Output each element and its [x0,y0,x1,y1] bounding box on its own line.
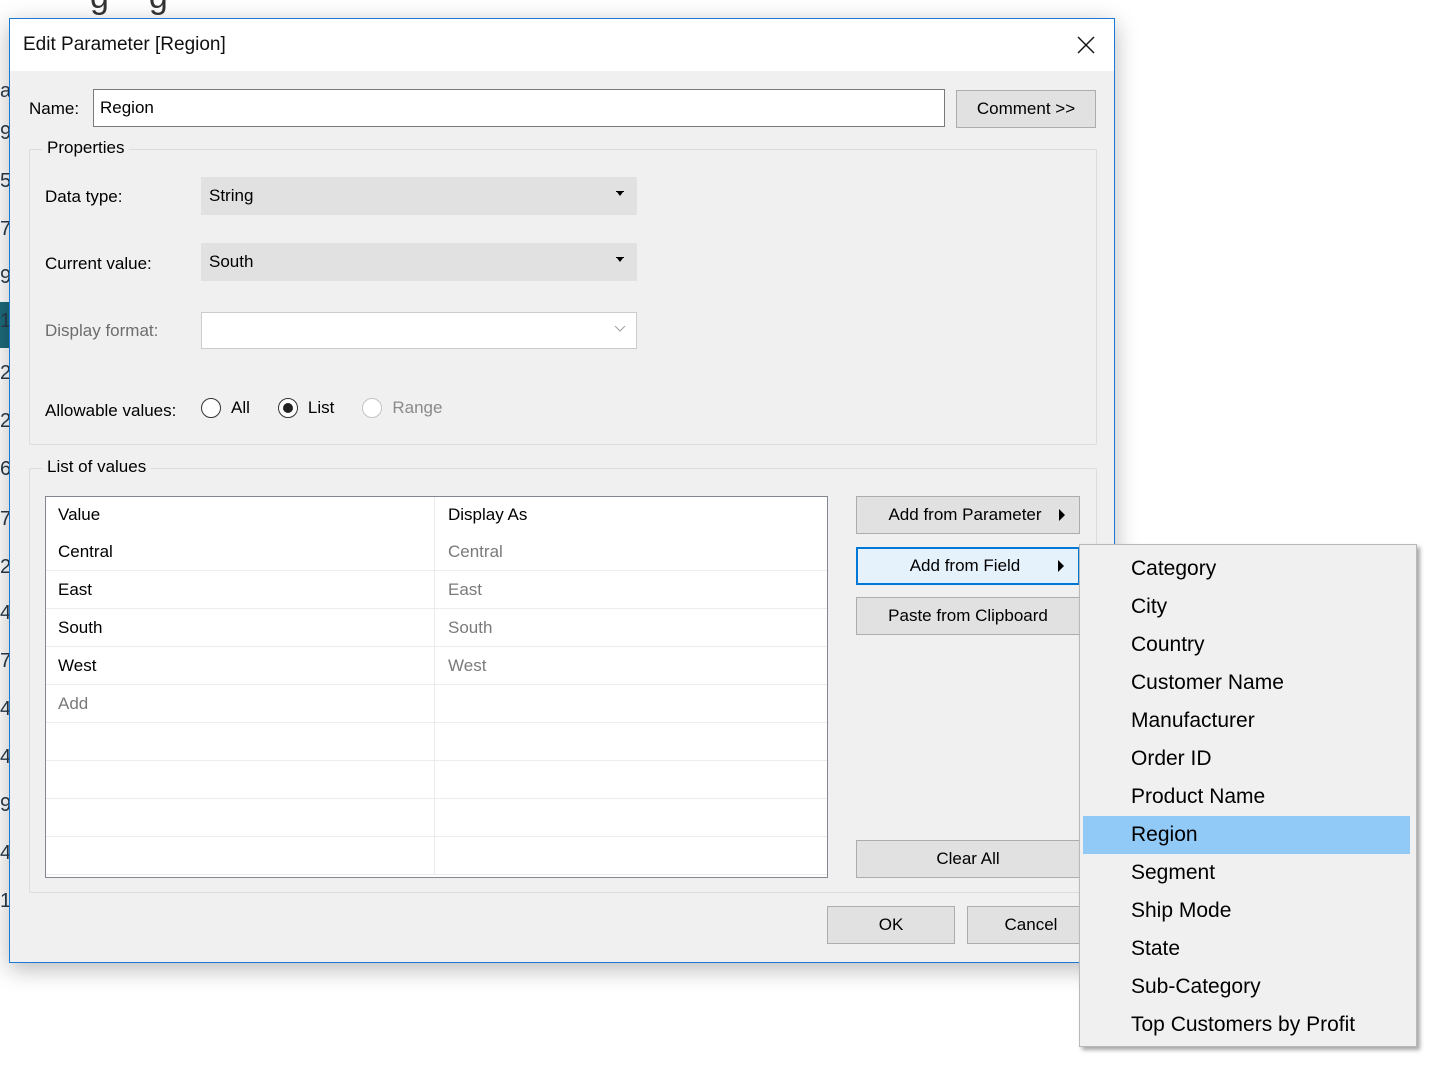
radio-all[interactable]: All [201,398,250,418]
display-as-cell[interactable]: East [436,571,827,608]
value-cell[interactable]: West [46,647,435,684]
value-cell[interactable]: South [46,609,435,646]
column-header-display-as[interactable]: Display As [436,497,827,533]
display-as-cell[interactable]: West [436,647,827,684]
empty-row [46,837,827,875]
menu-item-country[interactable]: Country [1083,626,1410,664]
add-from-parameter-label: Add from Parameter [888,505,1042,524]
title-bar: Edit Parameter [Region] [10,19,1114,71]
table-row[interactable]: West West [46,647,827,685]
menu-item-product-name[interactable]: Product Name [1083,778,1410,816]
clear-all-button[interactable]: Clear All [856,840,1080,878]
name-input[interactable] [93,89,945,127]
radio-all-label: All [231,398,250,417]
paste-from-clipboard-button[interactable]: Paste from Clipboard [856,597,1080,635]
edit-parameter-dialog: Edit Parameter [Region] Name: Comment >>… [9,18,1115,963]
data-type-label: Data type: [45,187,123,206]
radio-range: Range [362,398,442,418]
radio-circle-icon [362,398,383,418]
current-value-label: Current value: [45,254,152,273]
empty-cell [46,799,435,836]
add-from-field-label: Add from Field [909,556,1021,575]
empty-cell [436,799,827,836]
empty-cell [46,723,435,760]
empty-cell [436,761,827,798]
list-of-values-group: List of values Value Display As Central … [29,457,1097,893]
properties-group: Properties Data type: String Current val… [29,138,1097,445]
menu-item-category[interactable]: Category [1083,550,1410,588]
current-value-value: South [209,252,254,271]
display-format-dropdown[interactable] [201,312,637,349]
menu-item-manufacturer[interactable]: Manufacturer [1083,702,1410,740]
ok-button[interactable]: OK [827,906,955,944]
menu-item-order-id[interactable]: Order ID [1083,740,1410,778]
menu-item-region[interactable]: Region [1083,816,1410,854]
table-row[interactable]: Central Central [46,533,827,571]
add-placeholder-cell[interactable]: Add [46,685,435,722]
display-as-cell[interactable]: Central [436,533,827,570]
allowable-values-radio-group: All List Range [201,398,470,418]
empty-cell [436,837,827,874]
table-header: Value Display As [46,497,827,533]
dropdown-arrow-icon [616,257,624,262]
menu-item-top-customers-by-profit[interactable]: Top Customers by Profit [1083,1006,1410,1044]
properties-legend: Properties [42,138,130,158]
menu-item-state[interactable]: State [1083,930,1410,968]
close-button[interactable] [1072,31,1100,59]
data-type-value: String [209,186,254,205]
table-row[interactable]: East East [46,571,827,609]
current-value-dropdown[interactable]: South [201,243,637,281]
empty-cell [436,723,827,760]
empty-row [46,799,827,837]
menu-item-segment[interactable]: Segment [1083,854,1410,892]
radio-checked-icon [277,398,298,418]
data-type-dropdown[interactable]: String [201,177,637,215]
empty-cell [46,761,435,798]
allowable-values-label: Allowable values: [45,401,177,420]
column-header-value[interactable]: Value [46,497,435,533]
menu-item-ship-mode[interactable]: Ship Mode [1083,892,1410,930]
add-row[interactable]: Add [46,685,827,723]
radio-list[interactable]: List [277,398,335,418]
values-table: Value Display As Central Central East Ea… [45,496,828,878]
add-from-field-button[interactable]: Add from Field [856,547,1080,585]
submenu-arrow-icon [1058,560,1064,572]
close-icon [1077,36,1095,54]
cancel-button[interactable]: Cancel [967,906,1095,944]
value-cell[interactable]: Central [46,533,435,570]
chevron-down-icon [614,325,626,332]
menu-item-city[interactable]: City [1083,588,1410,626]
table-row[interactable]: South South [46,609,827,647]
empty-cell [46,837,435,874]
display-format-label: Display format: [45,321,159,340]
name-label: Name: [29,99,80,118]
dialog-title: Edit Parameter [Region] [23,34,226,55]
radio-range-label: Range [392,398,443,417]
background-title-fragment: gg [90,0,208,17]
radio-list-label: List [307,398,335,417]
add-from-parameter-button[interactable]: Add from Parameter [856,496,1080,534]
value-cell[interactable]: East [46,571,435,608]
display-as-cell[interactable]: South [436,609,827,646]
empty-row [46,723,827,761]
submenu-arrow-icon [1059,509,1065,521]
comment-button[interactable]: Comment >> [956,90,1096,128]
menu-item-sub-category[interactable]: Sub-Category [1083,968,1410,1006]
empty-cell[interactable] [436,685,827,722]
radio-circle-icon [201,398,221,418]
empty-row [46,761,827,799]
dropdown-arrow-icon [616,191,624,196]
add-from-field-menu: Category City Country Customer Name Manufact… [1079,544,1417,1047]
list-of-values-legend: List of values [42,457,152,477]
menu-item-customer-name[interactable]: Customer Name [1083,664,1410,702]
